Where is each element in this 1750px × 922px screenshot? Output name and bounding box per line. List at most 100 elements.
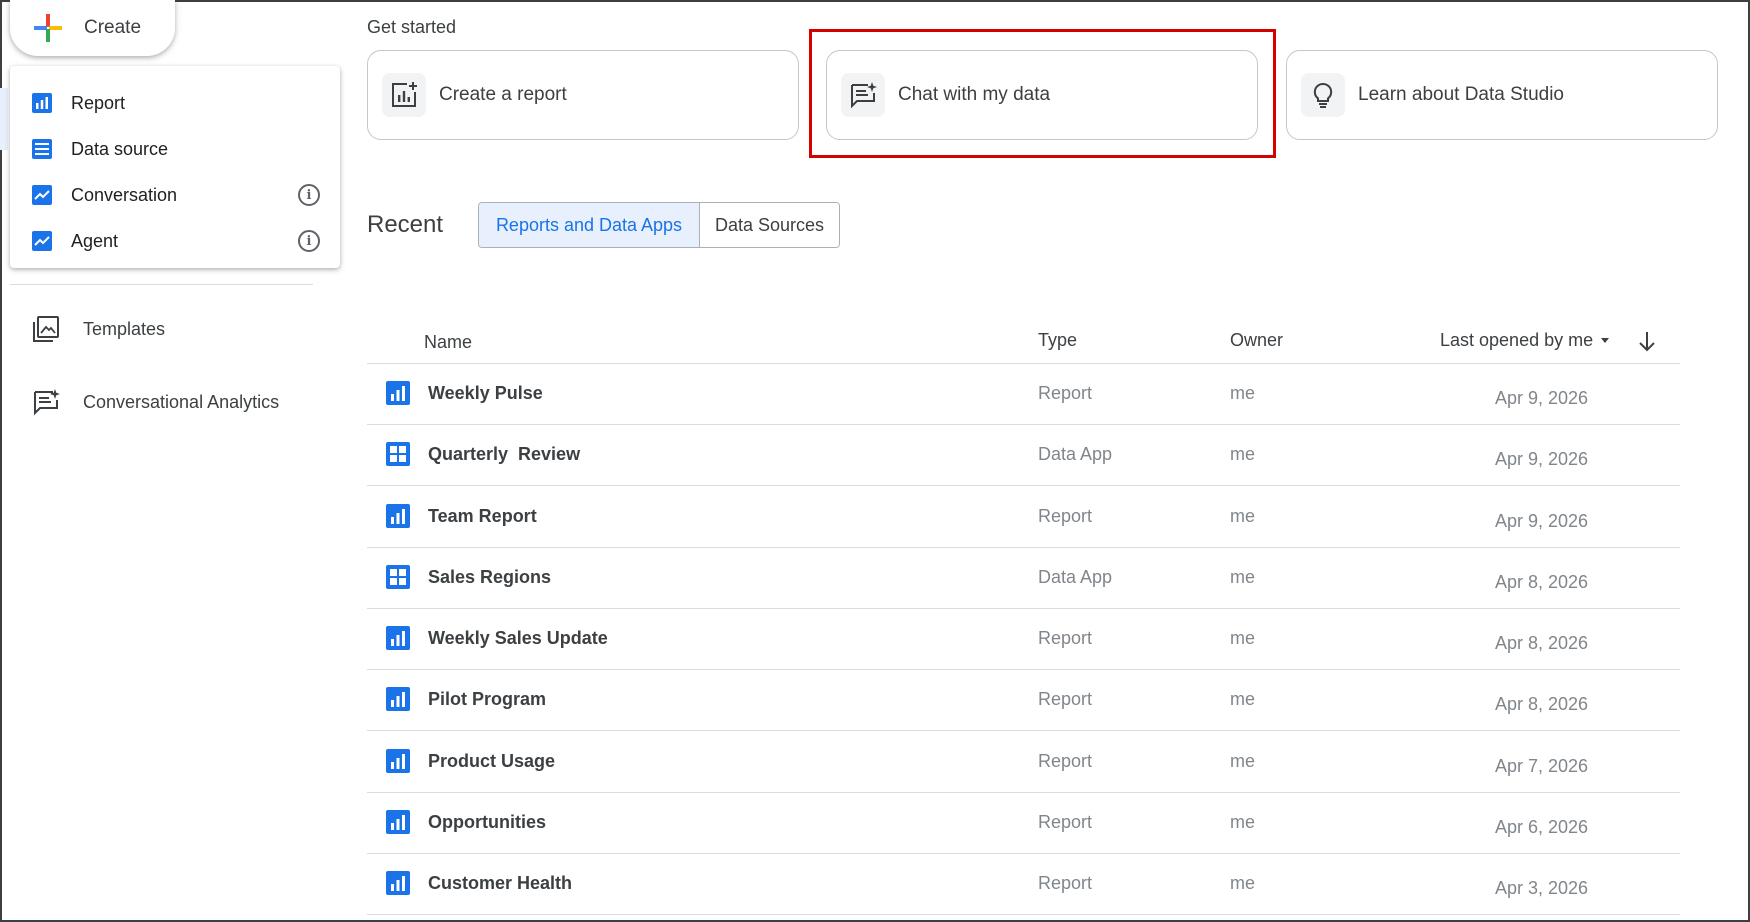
row-last-opened: Apr 9, 2026 [1495,511,1589,531]
row-last-opened: Apr 3, 2026 [1495,878,1589,898]
templates-icon [32,315,60,343]
get-started-title: Get started [367,17,457,37]
report-icon [386,871,410,895]
menu-item-conversation[interactable]: Conversation i [10,172,340,218]
row-owner: me [1230,689,1256,709]
column-header-last-opened[interactable]: Last opened by me [1440,330,1610,351]
row-type: Report [1038,873,1093,893]
conversation-icon [32,185,52,205]
sidebar-item-label: Conversational Analytics [83,391,280,412]
row-name: Team Report [428,506,537,526]
report-icon [386,626,410,650]
report-icon [386,687,410,711]
row-type: Data App [1038,444,1113,464]
column-header-name[interactable]: Name [424,332,472,353]
table-row[interactable]: Weekly Sales Update Report me Apr 8, 2026 [367,609,1680,670]
data-app-icon [386,442,410,466]
row-name: Product Usage [428,751,556,771]
table-row[interactable]: Customer Health Report me Apr 3, 2026 [367,854,1680,915]
row-name: Pilot Program [428,689,547,709]
row-type: Report [1038,689,1093,709]
menu-item-data-source[interactable]: Data source [10,126,340,172]
info-icon[interactable]: i [298,230,320,252]
table-row[interactable]: Opportunities Report me Apr 6, 2026 [367,793,1680,854]
lightbulb-icon [1301,73,1345,117]
row-owner: me [1230,567,1256,587]
plus-icon [32,12,64,44]
sidebar-item-templates[interactable]: Templates [32,315,165,343]
create-menu: Report Data source Conversation i Agent … [10,66,340,268]
row-name: Customer Health [428,873,573,893]
sort-arrow-down-icon[interactable] [1635,328,1659,356]
row-owner: me [1230,444,1256,464]
menu-item-label: Report [71,92,126,113]
highlight-box [809,29,1276,158]
menu-item-agent[interactable]: Agent i [10,218,340,264]
menu-item-label: Conversation [71,184,178,205]
row-type: Report [1038,506,1093,526]
conversational-analytics-icon [32,388,60,416]
menu-item-label: Data source [71,138,169,159]
row-owner: me [1230,873,1256,893]
row-type: Data App [1038,567,1113,587]
row-last-opened: Apr 6, 2026 [1495,817,1589,837]
info-icon[interactable]: i [298,184,320,206]
create-report-icon [382,73,426,117]
row-last-opened: Apr 9, 2026 [1495,449,1589,469]
table-row[interactable]: Pilot Program Report me Apr 8, 2026 [367,670,1680,731]
column-header-last-opened-label: Last opened by me [1440,330,1594,350]
row-last-opened: Apr 8, 2026 [1495,633,1589,653]
row-last-opened: Apr 8, 2026 [1495,694,1589,714]
recent-title: Recent [367,211,444,238]
agent-icon [32,231,52,251]
caret-down-icon [1601,338,1610,343]
menu-item-label: Agent [71,230,119,251]
tab-data-sources[interactable]: Data Sources [700,203,839,247]
row-name: Weekly Pulse [428,383,543,403]
row-owner: me [1230,812,1256,832]
sidebar-selection-edge [0,88,8,150]
row-type: Report [1038,812,1093,832]
report-icon [386,504,410,528]
data-app-icon [386,565,410,589]
row-name: Opportunities [428,812,546,832]
create-button[interactable]: Create [10,0,175,56]
table-row[interactable]: Product Usage Report me Apr 7, 2026 [367,732,1680,793]
row-last-opened: Apr 7, 2026 [1495,756,1589,776]
tab-reports-and-data-apps[interactable]: Reports and Data Apps [479,203,700,247]
menu-item-report[interactable]: Report [10,80,340,126]
recent-tabs: Reports and Data Apps Data Sources [478,202,840,248]
learn-about-data-studio-card[interactable]: Learn about Data Studio [1286,50,1718,140]
create-report-card[interactable]: Create a report [367,50,799,140]
column-header-type[interactable]: Type [1038,330,1077,351]
table-row[interactable]: Team Report Report me Apr 9, 2026 [367,487,1680,548]
card-label: Learn about Data Studio [1358,84,1564,105]
row-owner: me [1230,751,1256,771]
sidebar-item-conversational-analytics[interactable]: Conversational Analytics [32,388,279,416]
report-icon [386,381,410,405]
column-header-owner[interactable]: Owner [1230,330,1283,351]
create-button-label: Create [84,17,142,38]
row-owner: me [1230,383,1256,403]
row-type: Report [1038,383,1093,403]
table-row[interactable]: Quarterly Review Data App me Apr 9, 2026 [367,425,1680,486]
row-type: Report [1038,751,1093,771]
sidebar-divider [10,284,313,285]
sidebar-item-label: Templates [83,318,166,339]
row-last-opened: Apr 8, 2026 [1495,572,1589,592]
table-row[interactable]: Weekly Pulse Report me Apr 9, 2026 [367,364,1680,425]
table-header: Name Type Owner Last opened by me [367,322,1680,364]
row-name: Quarterly Review [428,444,581,464]
report-icon [386,810,410,834]
row-owner: me [1230,506,1256,526]
row-last-opened: Apr 9, 2026 [1495,388,1589,408]
row-owner: me [1230,628,1256,648]
row-name: Sales Regions [428,567,552,587]
row-name: Weekly Sales Update [428,628,608,648]
data-source-icon [32,139,52,159]
row-type: Report [1038,628,1093,648]
report-icon [32,93,52,113]
report-icon [386,749,410,773]
table-row[interactable]: Sales Regions Data App me Apr 8, 2026 [367,548,1680,609]
card-label: Create a report [439,84,567,105]
